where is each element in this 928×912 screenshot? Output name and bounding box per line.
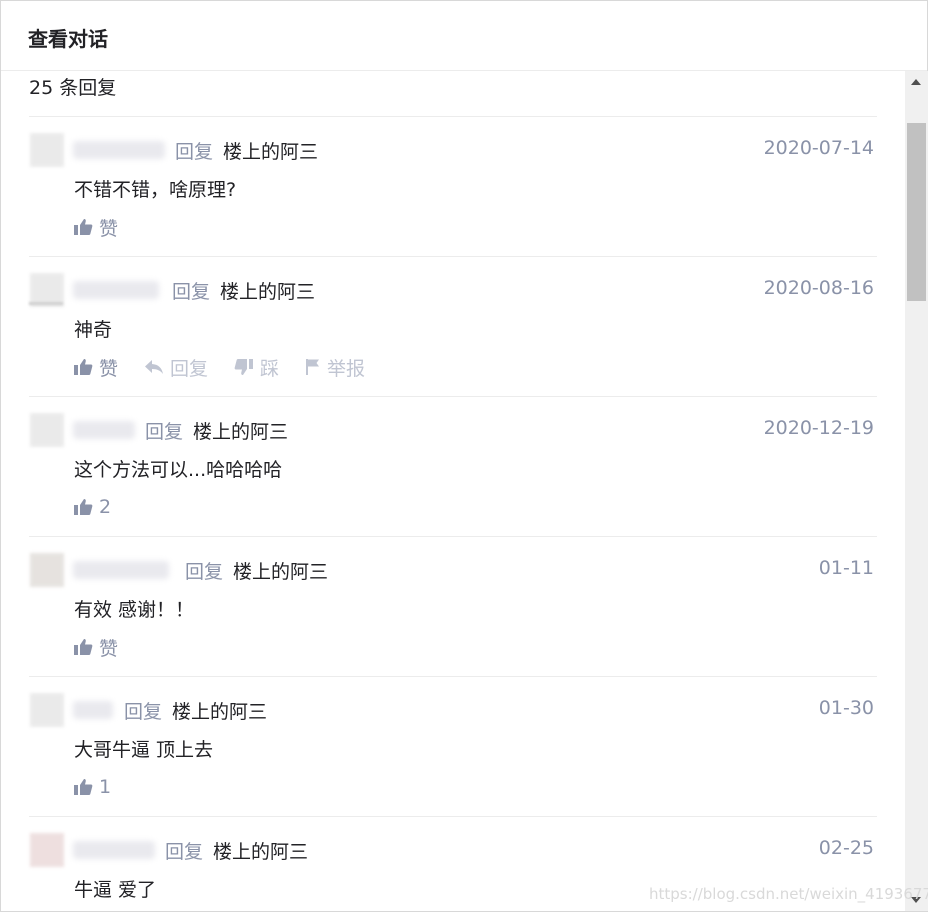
thumbs-down-icon [234,359,254,375]
reply-label: 回复 [170,357,209,380]
comment-date: 02-25 [818,837,874,859]
comment-actions: 赞 回复 踩 举报 [73,354,391,381]
comment-actions: 赞 [73,214,144,241]
comment-text: 大哥牛逼 顶上去 [74,739,214,761]
like-button[interactable]: 赞 [73,214,118,241]
avatar[interactable] [30,833,64,867]
like-count: 2 [99,496,112,518]
comment-text: 神奇 [74,319,113,341]
comment-actions: 2 [73,495,137,519]
dialog-title: 查看对话 [28,27,108,51]
comment-text: 牛逼 爱了 [74,879,157,901]
username-blurred[interactable] [73,141,165,159]
watermark: https://blog.csdn.net/weixin_41936775 [649,885,928,903]
username-blurred[interactable] [73,561,169,579]
avatar[interactable] [30,133,64,167]
reply-word: 回复 [145,421,184,443]
comment-text: 不错不错，啥原理? [74,179,237,201]
conversation-dialog: 查看对话 25 条回复 回复 楼上的阿三 2020-07-14 不错不错，啥原理?… [0,0,928,912]
reply-button[interactable]: 回复 [144,354,208,381]
thumbs-up-icon [74,359,93,375]
username-blurred[interactable] [73,841,155,859]
scroll-up-arrow-icon[interactable] [911,79,921,85]
comment-text: 有效 感谢！！ [74,599,195,621]
report-label: 举报 [327,357,366,380]
reply-word: 回复 [172,281,211,303]
reply-target-user[interactable]: 楼上的阿三 [193,421,288,443]
dialog-header: 查看对话 [1,1,927,71]
comment-date: 01-30 [818,697,874,719]
reply-count: 25 条回复 [29,77,117,99]
avatar[interactable] [30,553,64,587]
thumbs-up-icon [74,499,93,515]
comment-date: 2020-07-14 [763,137,874,159]
reply-header: 回复 楼上的阿三 [145,417,288,444]
reply-target-user[interactable]: 楼上的阿三 [213,841,308,863]
comment-date: 2020-12-19 [763,417,874,439]
reply-target-user[interactable]: 楼上的阿三 [220,281,315,303]
avatar[interactable] [30,693,64,727]
like-button[interactable]: 赞 [73,634,118,661]
reply-word: 回复 [185,561,224,583]
like-button[interactable]: 赞 [73,354,118,381]
like-label: 赞 [99,217,119,240]
reply-arrow-icon [145,360,164,374]
reply-header: 回复 楼上的阿三 [172,277,315,304]
dislike-button[interactable]: 踩 [234,354,279,381]
avatar[interactable] [30,413,64,447]
reply-header: 回复 楼上的阿三 [175,137,318,164]
thumbs-up-icon [74,779,93,795]
reply-header: 回复 楼上的阿三 [185,557,328,584]
reply-word: 回复 [165,841,204,863]
reply-target-user[interactable]: 楼上的阿三 [172,701,267,723]
list-item: 回复 楼上的阿三 01-30 大哥牛逼 顶上去 1 [29,676,877,816]
reply-word: 回复 [175,141,214,163]
avatar-shadow [29,302,63,305]
username-blurred[interactable] [73,421,135,439]
like-count: 1 [99,776,112,798]
list-item: 回复 楼上的阿三 2020-08-16 神奇 赞 回复 踩 举报 [29,256,877,396]
comment-date: 01-11 [818,557,874,579]
like-label: 赞 [99,637,119,660]
reply-target-user[interactable]: 楼上的阿三 [223,141,318,163]
thumbs-up-icon [74,639,93,655]
comment-actions: 赞 [73,634,144,661]
list-item: 回复 楼上的阿三 01-11 有效 感谢！！ 赞 [29,536,877,676]
list-item: 回复 楼上的阿三 2020-07-14 不错不错，啥原理? 赞 [29,116,877,256]
like-button[interactable]: 1 [73,776,111,798]
comment-actions: 1 [73,775,137,799]
comment-date: 2020-08-16 [763,277,874,299]
list-item: 回复 楼上的阿三 2020-12-19 这个方法可以...哈哈哈哈 2 [29,396,877,536]
flag-icon [306,359,320,375]
like-button[interactable]: 2 [73,496,111,518]
username-blurred[interactable] [73,701,113,719]
username-blurred[interactable] [73,281,159,299]
reply-header: 回复 楼上的阿三 [165,837,308,864]
scroll-thumb[interactable] [907,123,926,301]
thumbs-up-icon [74,219,93,235]
report-button[interactable]: 举报 [305,354,365,381]
reply-word: 回复 [124,701,163,723]
reply-header: 回复 楼上的阿三 [124,697,267,724]
dislike-label: 踩 [260,357,280,380]
reply-list[interactable]: 25 条回复 回复 楼上的阿三 2020-07-14 不错不错，啥原理? 赞 回… [1,71,905,911]
comment-text: 这个方法可以...哈哈哈哈 [74,459,283,481]
vertical-scrollbar[interactable] [905,71,928,911]
reply-target-user[interactable]: 楼上的阿三 [233,561,328,583]
like-label: 赞 [99,357,119,380]
